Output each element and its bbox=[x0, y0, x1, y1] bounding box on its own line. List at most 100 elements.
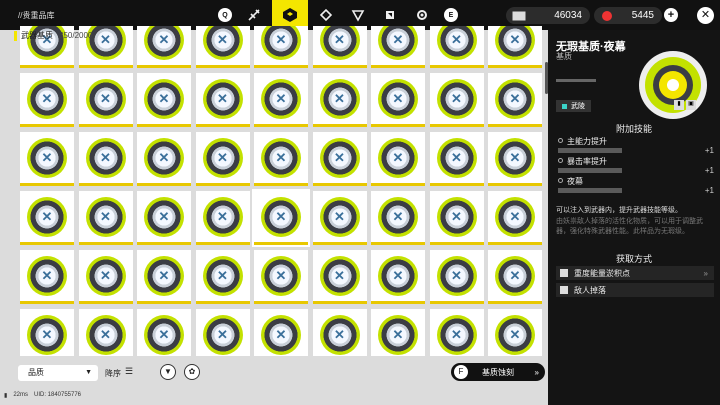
filter-icon[interactable]: ▼ bbox=[160, 364, 176, 380]
item-tile[interactable] bbox=[429, 191, 484, 245]
item-tile[interactable] bbox=[78, 73, 133, 127]
item-type: 基质 bbox=[556, 52, 572, 61]
skills-section-header: 附加技能 bbox=[548, 122, 720, 135]
e-key-hint[interactable]: E bbox=[444, 8, 458, 22]
gear-piece-icon[interactable] bbox=[376, 1, 404, 29]
close-button[interactable]: ✕ bbox=[697, 7, 714, 24]
engrave-button[interactable]: F 基质蚀刻 » bbox=[451, 363, 545, 381]
item-tile[interactable] bbox=[137, 250, 191, 304]
skill-plus: +1 bbox=[704, 186, 714, 195]
skill-name: 暴击率提升 bbox=[567, 157, 607, 166]
quality-select[interactable]: 品质 ▼ bbox=[18, 365, 98, 381]
item-tile[interactable] bbox=[20, 191, 74, 245]
item-tile[interactable] bbox=[371, 309, 425, 356]
item-tile[interactable] bbox=[312, 250, 367, 304]
item-tile[interactable] bbox=[20, 73, 74, 127]
item-tile[interactable] bbox=[195, 132, 250, 186]
acquire-item-2[interactable]: 敌人掉落 bbox=[556, 283, 714, 297]
matrix-orb-icon bbox=[378, 255, 418, 296]
item-tile[interactable] bbox=[488, 73, 542, 127]
item-tile[interactable] bbox=[137, 73, 191, 127]
item-tile[interactable] bbox=[137, 26, 191, 68]
item-tile[interactable] bbox=[488, 191, 542, 245]
item-tile[interactable] bbox=[78, 309, 133, 356]
matrix-orb-icon bbox=[436, 78, 477, 119]
faction-label: 武陵 bbox=[571, 103, 585, 110]
item-tile[interactable] bbox=[488, 26, 542, 68]
weapon-tab-icon[interactable] bbox=[240, 1, 268, 29]
item-tile[interactable] bbox=[429, 250, 484, 304]
item-tile[interactable] bbox=[254, 73, 308, 127]
item-tile[interactable] bbox=[195, 250, 250, 304]
item-tile[interactable] bbox=[137, 309, 191, 356]
item-tile[interactable] bbox=[312, 191, 367, 245]
acquire-item-1[interactable]: 重度能量淤积点 » bbox=[556, 266, 714, 280]
double-chevron-icon: » bbox=[534, 367, 539, 377]
item-tile[interactable] bbox=[195, 309, 250, 356]
item-tile[interactable] bbox=[254, 309, 308, 356]
item-tile[interactable] bbox=[488, 132, 542, 186]
item-tile[interactable] bbox=[429, 309, 484, 356]
item-tile[interactable] bbox=[20, 309, 74, 356]
matrix-orb-icon bbox=[27, 314, 67, 355]
item-tile[interactable] bbox=[78, 132, 133, 186]
lock-icon[interactable]: ▣ bbox=[686, 100, 696, 110]
item-tile[interactable] bbox=[312, 26, 367, 68]
ticket-icon bbox=[510, 10, 528, 22]
item-tile[interactable] bbox=[371, 26, 425, 68]
group-icon[interactable]: ✿ bbox=[184, 364, 200, 380]
skill-plus: +1 bbox=[704, 166, 714, 175]
item-tile[interactable] bbox=[371, 73, 425, 127]
item-tile[interactable] bbox=[137, 132, 191, 186]
item-tile[interactable] bbox=[78, 250, 133, 304]
trash-icon[interactable]: ▮ bbox=[674, 100, 684, 110]
skill-row: 夜幕 +1 bbox=[558, 176, 714, 198]
item-tile[interactable] bbox=[254, 250, 308, 304]
quality-label: 品质 bbox=[28, 368, 44, 377]
item-tile[interactable] bbox=[371, 191, 425, 245]
matrix-orb-icon bbox=[319, 314, 360, 355]
sort-icon[interactable]: ☰ bbox=[125, 366, 133, 377]
settings-gear-icon[interactable] bbox=[408, 1, 436, 29]
triangle-icon[interactable] bbox=[344, 1, 372, 29]
item-tile[interactable] bbox=[20, 132, 74, 186]
engrave-key-hint: F bbox=[454, 365, 468, 379]
item-tile[interactable] bbox=[137, 191, 191, 245]
item-tile[interactable] bbox=[312, 73, 367, 127]
item-tile[interactable] bbox=[312, 309, 367, 356]
item-tile[interactable] bbox=[20, 250, 74, 304]
matrix-orb-icon bbox=[85, 196, 126, 237]
q-key-hint[interactable]: Q bbox=[218, 8, 232, 22]
matrix-orb-icon bbox=[378, 137, 418, 178]
item-tile[interactable] bbox=[429, 26, 484, 68]
skill-plus: +1 bbox=[704, 146, 714, 155]
matrix-orb-icon bbox=[495, 314, 535, 355]
item-tile[interactable] bbox=[488, 309, 542, 356]
item-tile[interactable] bbox=[371, 250, 425, 304]
skills-header: 附加技能 bbox=[615, 124, 652, 134]
item-tile[interactable] bbox=[429, 73, 484, 127]
currency-2-value: 5445 bbox=[631, 10, 654, 21]
tag-icon[interactable] bbox=[312, 1, 340, 29]
item-tile[interactable] bbox=[429, 132, 484, 186]
item-tile[interactable] bbox=[195, 26, 250, 68]
item-grid bbox=[20, 26, 543, 356]
engrave-label: 基质蚀刻 bbox=[482, 367, 514, 377]
item-tile[interactable] bbox=[195, 191, 250, 245]
item-tile[interactable] bbox=[312, 132, 367, 186]
item-tile[interactable] bbox=[252, 189, 310, 247]
sort-label[interactable]: 降序 bbox=[105, 368, 121, 379]
add-currency-button[interactable]: + bbox=[664, 8, 678, 22]
item-tile[interactable] bbox=[254, 132, 308, 186]
footer: ▮ 22ms UID: 1840755776 bbox=[4, 392, 81, 399]
skill-track bbox=[558, 188, 622, 193]
matrix-orb-icon bbox=[261, 26, 301, 60]
item-tile[interactable] bbox=[254, 26, 308, 68]
item-tile[interactable] bbox=[371, 132, 425, 186]
matrix-orb-icon bbox=[202, 314, 243, 355]
item-tile[interactable] bbox=[78, 191, 133, 245]
matrix-orb-icon bbox=[144, 314, 184, 355]
item-tile[interactable] bbox=[488, 250, 542, 304]
item-tile[interactable] bbox=[195, 73, 250, 127]
matrix-orb-icon bbox=[144, 78, 184, 119]
